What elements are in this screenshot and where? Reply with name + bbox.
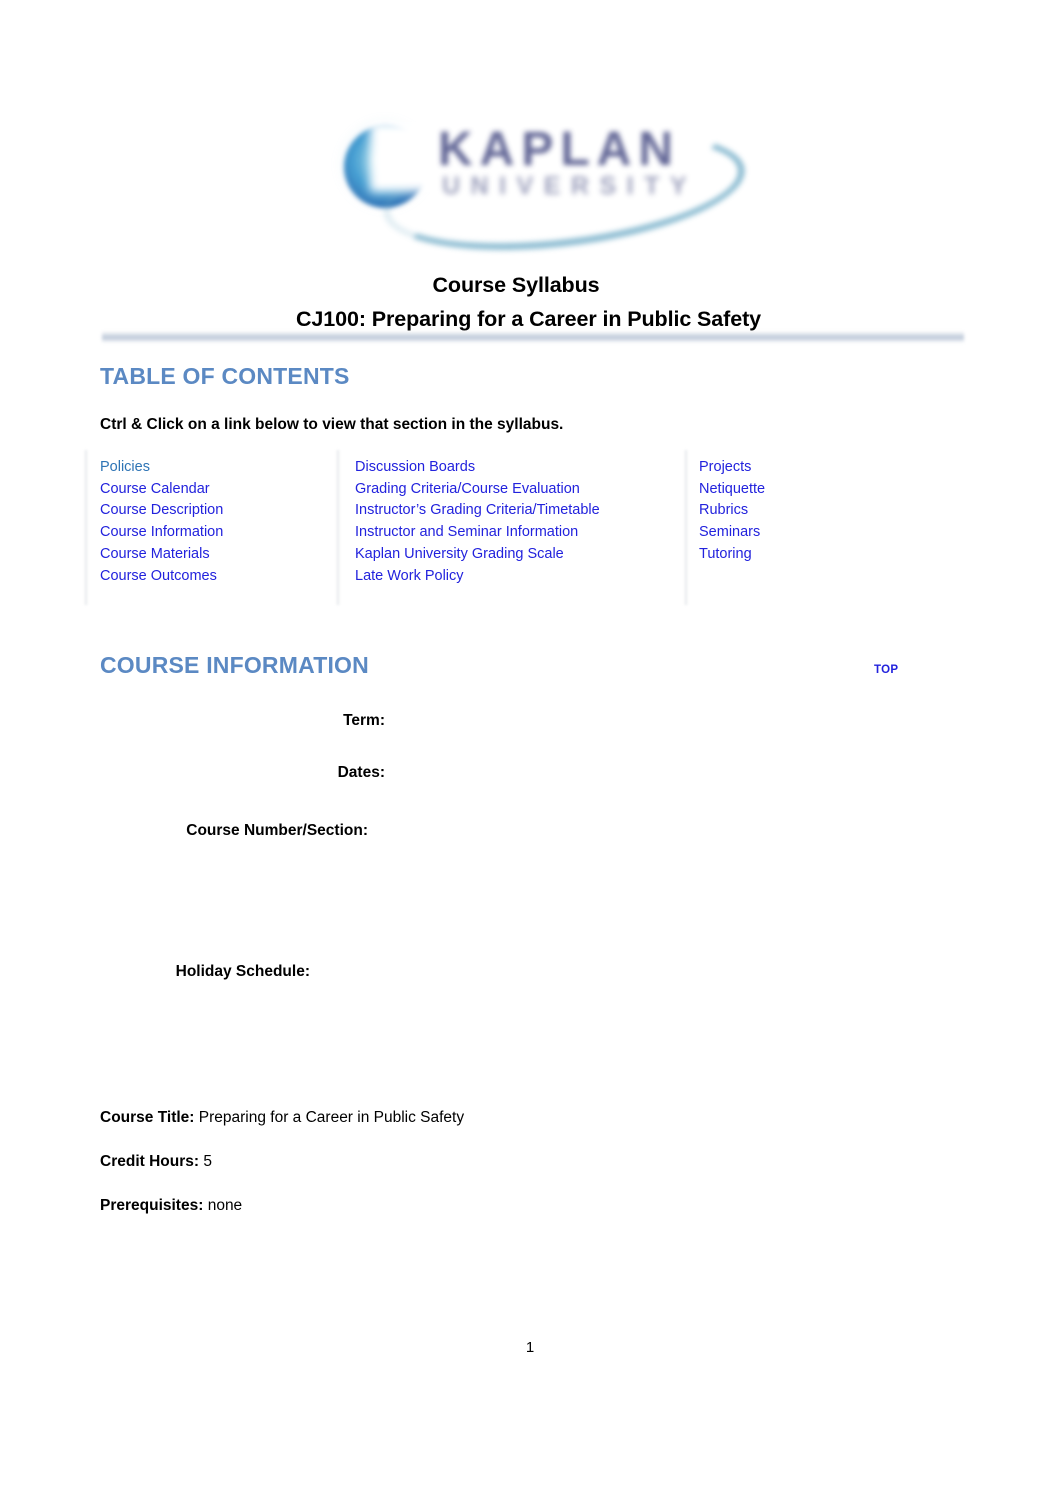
field-row-term: Term: [100,706,930,758]
toc-link-instructors-grading-criteria-timetable[interactable]: Instructor’s Grading Criteria/Timetable [355,500,600,522]
course-information-fields: Term: Dates: Course Number/Section: Holi… [100,706,930,1103]
field-label-dates: Dates: [337,764,385,781]
toc-link-netiquette[interactable]: Netiquette [699,479,765,501]
course-detail-lines: Course Title: Preparing for a Career in … [100,1096,464,1228]
page-title-line-1: Course Syllabus [432,273,600,297]
toc-link-course-outcomes[interactable]: Course Outcomes [100,566,223,588]
toc-column-3: Projects Netiquette Rubrics Seminars Tut… [699,457,765,566]
toc-instruction-text: Ctrl & Click on a link below to view tha… [100,416,564,433]
toc-link-instructor-and-seminar-information[interactable]: Instructor and Seminar Information [355,522,600,544]
toc-link-discussion-boards[interactable]: Discussion Boards [355,457,600,479]
toc-link-policies[interactable]: Policies [100,457,223,479]
toc-link-course-calendar[interactable]: Course Calendar [100,479,223,501]
toc-column-2: Discussion Boards Grading Criteria/Cours… [355,457,600,587]
toc-link-rubrics[interactable]: Rubrics [699,500,765,522]
logo-wordmark-university: UNIVERSITY [442,172,698,200]
header-divider [102,331,964,343]
field-label-holiday-schedule: Holiday Schedule: [175,963,310,980]
toc-link-course-information[interactable]: Course Information [100,522,223,544]
field-label-course-number-section: Course Number/Section: [186,822,368,839]
logo-wordmark-kaplan: KAPLAN [438,123,680,176]
field-label-term: Term: [343,712,385,729]
toc-link-course-materials[interactable]: Course Materials [100,544,223,566]
toc-link-seminars[interactable]: Seminars [699,522,765,544]
detail-label-credit-hours: Credit Hours: [100,1153,200,1170]
toc-link-projects[interactable]: Projects [699,457,765,479]
detail-row-course-title: Course Title: Preparing for a Career in … [100,1096,464,1140]
toc-column-divider [85,450,88,605]
course-information-heading: COURSE INFORMATION [100,652,369,678]
detail-value-prerequisites: none [203,1197,243,1214]
toc-link-late-work-policy[interactable]: Late Work Policy [355,566,600,588]
page-title: Course Syllabus CJ100: Preparing for a C… [0,268,1062,336]
toc-table: Policies Course Calendar Course Descript… [85,450,920,605]
detail-value-credit-hours: 5 [199,1153,212,1170]
page-number-value: 1 [525,1339,535,1356]
table-of-contents-heading: TABLE OF CONTENTS [100,363,350,389]
detail-value-course-title: Preparing for a Career in Public Safety [194,1109,465,1126]
toc-link-grading-criteria-course-evaluation[interactable]: Grading Criteria/Course Evaluation [355,479,600,501]
detail-label-prerequisites: Prerequisites: [100,1197,204,1214]
toc-link-kaplan-university-grading-scale[interactable]: Kaplan University Grading Scale [355,544,600,566]
field-row-holiday-schedule: Holiday Schedule: [100,957,930,1103]
page-number: 1 [0,1339,1062,1356]
detail-label-course-title: Course Title: [100,1109,195,1126]
field-row-dates: Dates: [100,758,930,816]
detail-row-credit-hours: Credit Hours: 5 [100,1140,464,1184]
toc-column-divider [337,450,340,605]
top-link[interactable]: TOP [874,664,898,676]
toc-link-course-description[interactable]: Course Description [100,500,223,522]
toc-column-1: Policies Course Calendar Course Descript… [100,457,223,587]
toc-link-tutoring[interactable]: Tutoring [699,544,765,566]
detail-row-prerequisites: Prerequisites: none [100,1184,464,1228]
kaplan-university-logo: KAPLAN UNIVERSITY [330,108,752,268]
field-row-course-number-section: Course Number/Section: [100,816,930,957]
toc-column-divider [685,450,688,605]
